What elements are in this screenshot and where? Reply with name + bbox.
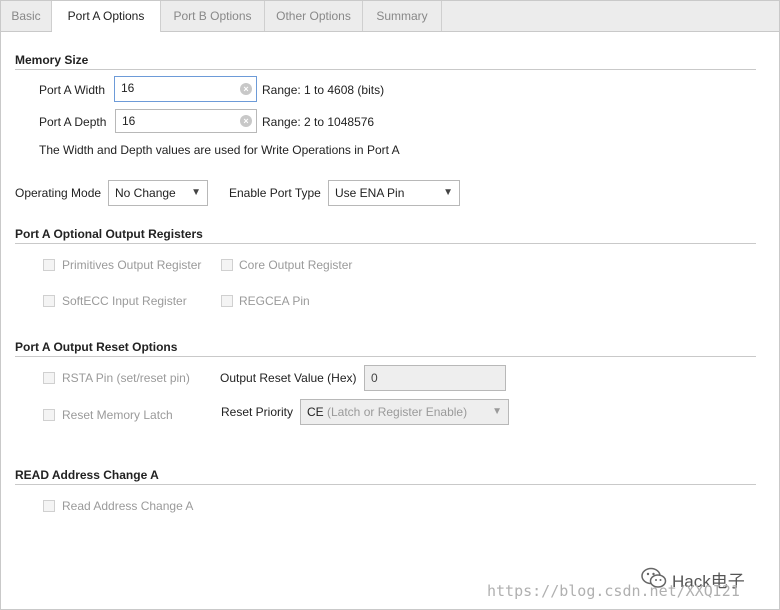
tab-other-options[interactable]: Other Options (265, 1, 363, 31)
port-a-depth-range: Range: 2 to 1048576 (262, 115, 375, 129)
read-address-change-checkbox[interactable] (43, 500, 55, 512)
section-divider (15, 484, 756, 485)
reset-priority-select[interactable]: CE (Latch or Register Enable) ▼ (300, 399, 509, 425)
reset-memory-latch-label: Reset Memory Latch (62, 408, 173, 422)
tab-port-a-options[interactable]: Port A Options (52, 1, 161, 32)
clear-icon[interactable]: × (240, 115, 252, 127)
output-reset-value-input[interactable]: 0 (364, 365, 506, 391)
port-a-width-label: Port A Width (39, 83, 106, 97)
read-address-change-label: Read Address Change A (62, 499, 194, 513)
width-depth-note: The Width and Depth values are used for … (39, 143, 400, 157)
section-divider (15, 356, 756, 357)
regcea-pin-label: REGCEA Pin (239, 294, 310, 308)
port-a-depth-input[interactable]: 16 (115, 109, 257, 133)
chevron-down-icon: ▼ (443, 187, 453, 198)
enable-port-type-select[interactable]: Use ENA Pin ▼ (328, 180, 460, 206)
rsta-pin-checkbox[interactable] (43, 372, 55, 384)
output-registers-title: Port A Optional Output Registers (15, 227, 203, 241)
softecc-input-register-checkbox[interactable] (43, 295, 55, 307)
regcea-pin-checkbox[interactable] (221, 295, 233, 307)
ip-customization-panel: Basic Port A Options Port B Options Othe… (0, 0, 780, 610)
section-divider (15, 69, 756, 70)
operating-mode-value: No Change (115, 186, 176, 200)
primitives-output-register-checkbox[interactable] (43, 259, 55, 271)
chevron-down-icon: ▼ (492, 406, 502, 417)
rsta-pin-label: RSTA Pin (set/reset pin) (62, 371, 190, 385)
operating-mode-label: Operating Mode (15, 186, 102, 200)
reset-priority-label: Reset Priority (221, 405, 294, 419)
softecc-input-register-label: SoftECC Input Register (62, 294, 187, 308)
operating-mode-select[interactable]: No Change ▼ (108, 180, 208, 206)
tab-summary[interactable]: Summary (363, 1, 442, 31)
reset-priority-value-detail: (Latch or Register Enable) (323, 405, 468, 419)
watermark-url: https://blog.csdn.net/XXQI21 (487, 582, 740, 600)
reset-memory-latch-checkbox[interactable] (43, 409, 55, 421)
read-address-title: READ Address Change A (15, 468, 159, 482)
primitives-output-register-label: Primitives Output Register (62, 258, 202, 272)
reset-priority-value: CE (307, 405, 324, 419)
chevron-down-icon: ▼ (191, 187, 201, 198)
enable-port-type-value: Use ENA Pin (335, 186, 405, 200)
clear-icon[interactable]: × (240, 83, 252, 95)
tab-bar: Basic Port A Options Port B Options Othe… (1, 1, 779, 32)
memory-size-title: Memory Size (15, 53, 89, 67)
core-output-register-checkbox[interactable] (221, 259, 233, 271)
port-a-width-range: Range: 1 to 4608 (bits) (262, 83, 385, 97)
port-a-depth-label: Port A Depth (39, 115, 107, 129)
tab-port-b-options[interactable]: Port B Options (161, 1, 265, 31)
output-reset-value-label: Output Reset Value (Hex) (220, 371, 357, 385)
port-a-width-input[interactable]: 16 (114, 76, 257, 102)
reset-options-title: Port A Output Reset Options (15, 340, 178, 354)
tab-basic[interactable]: Basic (1, 1, 52, 31)
enable-port-type-label: Enable Port Type (229, 186, 321, 200)
core-output-register-label: Core Output Register (239, 258, 353, 272)
section-divider (15, 243, 756, 244)
